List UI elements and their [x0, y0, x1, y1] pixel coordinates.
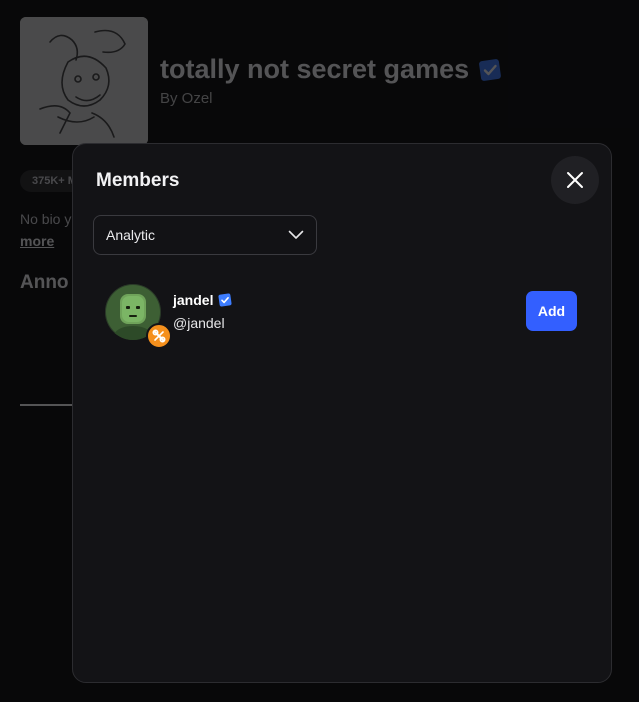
wrench-icon — [152, 329, 166, 343]
role-badge — [146, 323, 172, 349]
member-avatar-wrap[interactable] — [105, 284, 172, 349]
member-handle: @jandel — [173, 315, 225, 331]
member-row: jandel @jandel Add — [105, 284, 579, 349]
member-display-name[interactable]: jandel — [173, 292, 233, 308]
close-icon — [567, 172, 583, 188]
verified-badge-icon — [218, 293, 232, 307]
role-filter-selected: Analytic — [106, 227, 156, 243]
member-name-text: jandel — [173, 292, 214, 308]
role-filter-dropdown[interactable]: Analytic — [93, 215, 317, 255]
close-button[interactable] — [551, 156, 599, 204]
add-friend-button[interactable]: Add — [526, 291, 577, 331]
chevron-down-icon — [288, 230, 304, 239]
members-modal: Members Analytic jandel @jandel Add — [72, 143, 612, 683]
modal-title: Members — [96, 170, 180, 191]
